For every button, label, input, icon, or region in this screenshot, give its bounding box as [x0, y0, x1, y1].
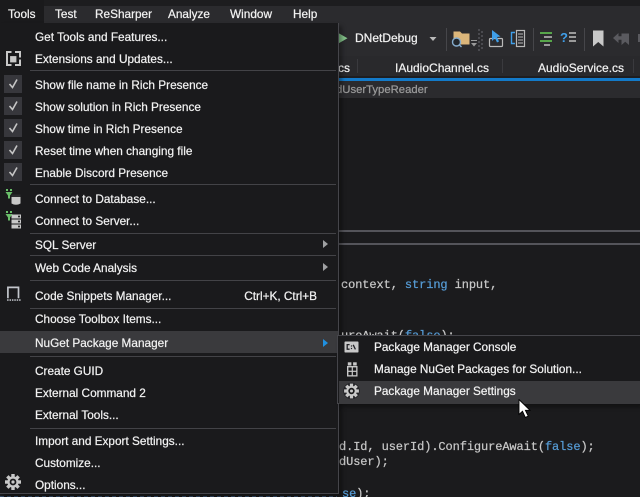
svg-text:?: ?: [560, 30, 568, 45]
